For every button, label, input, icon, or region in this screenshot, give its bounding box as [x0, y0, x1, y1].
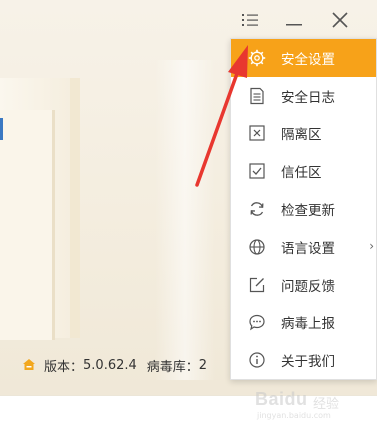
menu-item-check-update[interactable]: 检查更新 [231, 190, 376, 228]
menu-item-label: 安全日志 [281, 89, 335, 106]
version-info: 版本： 5.0.62.4 病毒库： 2 [22, 355, 207, 375]
virus-db-value: 2 [198, 357, 208, 373]
close-button[interactable] [327, 7, 353, 33]
chevron-right-icon: › [369, 238, 374, 253]
version-label: 版本： [44, 359, 84, 375]
watermark-suffix: 经验 [313, 397, 340, 412]
checkbox-icon [247, 161, 267, 181]
settings-dropdown-menu: 安全设置 安全日志 隔离区 信任区 检查更新 语言设置 › 问题反馈 病毒上报 … [230, 38, 377, 380]
menu-item-label: 检查更新 [281, 203, 335, 220]
close-icon [332, 12, 348, 28]
edit-icon [247, 275, 267, 295]
baidu-watermark: Baidu 经验 jingyan.baidu.com [255, 385, 365, 425]
menu-item-language-settings[interactable]: 语言设置 › [231, 228, 376, 266]
background-light-stripe [155, 60, 215, 380]
virus-db-label: 病毒库： [146, 359, 199, 375]
document-icon [247, 86, 267, 106]
chat-bubble-icon [247, 312, 267, 332]
watermark-brand: Baidu [255, 389, 308, 409]
background-decoration-inner [0, 110, 55, 340]
menu-item-security-log[interactable]: 安全日志 [231, 77, 376, 115]
menu-item-about-us[interactable]: 关于我们 [231, 341, 376, 379]
hamburger-list-icon [242, 14, 258, 26]
globe-icon [247, 237, 267, 257]
quarantine-box-icon [247, 123, 267, 143]
background-edge-mark [0, 118, 3, 140]
menu-item-label: 关于我们 [281, 354, 335, 371]
minimize-button[interactable] [281, 7, 307, 33]
menu-item-quarantine[interactable]: 隔离区 [231, 115, 376, 153]
info-icon [247, 350, 267, 370]
gear-icon [247, 48, 267, 68]
watermark-url: jingyan.baidu.com [257, 411, 331, 420]
menu-item-virus-report[interactable]: 病毒上报 [231, 304, 376, 342]
menu-item-feedback[interactable]: 问题反馈 [231, 266, 376, 304]
menu-item-label: 语言设置 [281, 240, 335, 257]
menu-item-label: 问题反馈 [281, 278, 335, 295]
menu-item-label: 病毒上报 [281, 316, 335, 333]
menu-item-label: 信任区 [281, 165, 322, 182]
version-value: 5.0.62.4 [83, 357, 137, 373]
menu-item-label: 安全设置 [281, 51, 335, 68]
menu-item-trust-zone[interactable]: 信任区 [231, 152, 376, 190]
menu-item-security-settings[interactable]: 安全设置 [231, 39, 376, 77]
main-menu-button[interactable] [237, 7, 263, 33]
refresh-icon [247, 199, 267, 219]
shield-home-icon [23, 359, 35, 370]
minimize-icon [286, 24, 302, 26]
menu-item-label: 隔离区 [281, 127, 322, 144]
